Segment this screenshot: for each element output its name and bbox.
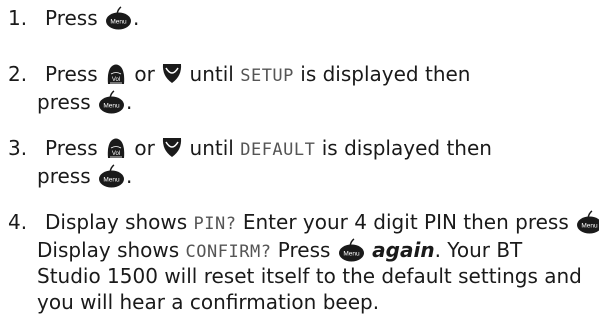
until-text: until bbox=[189, 62, 234, 86]
vol-down-icon bbox=[162, 63, 182, 84]
menu-button-icon: Menu bbox=[98, 89, 125, 114]
display-text-confirm: CONFIRM? bbox=[185, 242, 272, 262]
again-emphasis: again bbox=[372, 238, 435, 262]
menu-button-icon: Menu bbox=[338, 237, 365, 262]
step-2-continued: press Menu . bbox=[37, 89, 133, 114]
step-2: 2. Press Vol or until SETUP is displayed … bbox=[0, 62, 470, 88]
step-text-end: . bbox=[133, 6, 140, 30]
display-text-setup: SETUP bbox=[240, 66, 294, 86]
menu-button-icon: Menu bbox=[576, 209, 599, 234]
step-text: Press bbox=[45, 62, 98, 86]
step-number: 3. bbox=[8, 136, 28, 160]
step-4-line-2: Display shows CONFIRM? Press Menu again.… bbox=[37, 237, 523, 264]
step-text-end: . bbox=[125, 90, 133, 114]
step-number: 4. bbox=[8, 210, 28, 234]
step-number: 2. bbox=[8, 62, 28, 86]
svg-text:Menu: Menu bbox=[582, 222, 599, 229]
step-text: you will hear a confirmation beep. bbox=[37, 290, 380, 314]
svg-text:Menu: Menu bbox=[103, 102, 120, 109]
svg-text:Menu: Menu bbox=[343, 250, 360, 257]
step-3: 3. Press Vol or until DEFAULT is displaye… bbox=[0, 136, 492, 162]
display-text-pin: PIN? bbox=[193, 214, 237, 234]
svg-text:Menu: Menu bbox=[103, 176, 120, 183]
svg-text:Vol: Vol bbox=[112, 151, 120, 157]
step-text: Enter your 4 digit PIN then press bbox=[242, 210, 569, 234]
step-3-continued: press Menu . bbox=[37, 163, 133, 188]
step-text-end: . bbox=[125, 164, 133, 188]
vol-up-icon: Vol bbox=[105, 136, 127, 160]
or-text: or bbox=[134, 62, 155, 86]
step-4-line-4: you will hear a confirmation beep. bbox=[37, 290, 379, 314]
svg-text:Vol: Vol bbox=[112, 77, 120, 83]
until-text: until bbox=[189, 136, 234, 160]
step-text: Display shows bbox=[45, 210, 188, 234]
step-text: Display shows bbox=[37, 238, 180, 262]
step-text: Press bbox=[45, 6, 98, 30]
step-text: press bbox=[37, 164, 91, 188]
step-4-line-3: Studio 1500 will reset itself to the def… bbox=[37, 264, 582, 288]
step-text: Press bbox=[45, 136, 98, 160]
step-4: 4. Display shows PIN? Enter your 4 digit … bbox=[0, 209, 599, 236]
or-text: or bbox=[134, 136, 155, 160]
svg-text:Menu: Menu bbox=[110, 18, 127, 25]
step-text: press bbox=[37, 90, 91, 114]
step-text: is displayed then bbox=[300, 62, 471, 86]
menu-button-icon: Menu bbox=[98, 163, 125, 188]
step-number: 1. bbox=[8, 6, 28, 30]
step-text: . Your BT bbox=[434, 238, 523, 262]
vol-up-icon: Vol bbox=[105, 62, 127, 86]
step-1: 1. Press Menu . bbox=[0, 5, 140, 30]
step-text: is displayed then bbox=[321, 136, 492, 160]
menu-button-icon: Menu bbox=[105, 5, 132, 30]
vol-down-icon bbox=[162, 137, 182, 158]
step-text: Studio 1500 will reset itself to the def… bbox=[37, 264, 582, 288]
step-text: Press bbox=[277, 238, 331, 262]
display-text-default: DEFAULT bbox=[240, 140, 316, 160]
